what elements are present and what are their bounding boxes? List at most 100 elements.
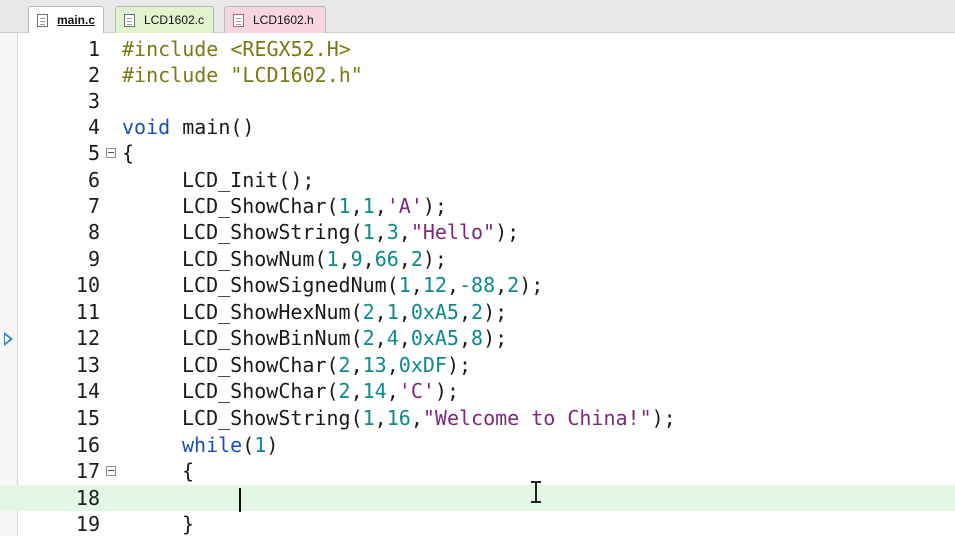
code-token: LCD_ShowChar( [182,194,339,218]
number-token: 4 [386,326,399,350]
code-token: ); [483,326,508,350]
code-token: LCD_ShowChar( [182,379,339,403]
code-line[interactable]: 8 LCD_ShowString(1,3,"Hello"); [0,219,955,245]
number-token: 2 [362,300,375,324]
code-text: LCD_ShowChar(1,1,'A'); [182,194,447,218]
number-token: 9 [350,247,363,271]
code-line[interactable]: 15 LCD_ShowString(1,16,"Welcome to China… [0,405,955,431]
number-token: 2 [338,353,351,377]
line-number: 7 [87,194,100,218]
number-token: 1 [254,433,267,457]
code-text: } [182,512,195,536]
code-text: LCD_Init(); [182,168,315,192]
code-text: LCD_ShowChar(2,13,0xDF); [182,353,472,377]
file-icon [37,13,48,27]
number-token: 1 [362,406,375,430]
line-number: 15 [75,406,100,430]
tab-main-c[interactable]: main.c [28,6,104,33]
keyword-token: while [182,433,243,457]
code-text: #include <REGX52.H> [122,37,351,61]
number-token: 3 [386,220,399,244]
line-number: 3 [87,89,100,113]
number-token: 1 [398,273,411,297]
code-text: while(1) [182,432,278,458]
execution-arrow-icon [4,332,13,346]
string-token: "Welcome to China!" [422,406,652,430]
number-token: 8 [471,326,484,350]
code-editor[interactable]: 1 #include <REGX52.H> 2 #include "LCD160… [0,33,955,536]
number-token: 2 [338,379,351,403]
current-code-line[interactable]: 18 [0,485,955,511]
code-text: LCD_ShowString(1,3,"Hello"); [182,220,520,244]
number-token: 0xA5 [410,326,459,350]
number-token: 13 [362,353,387,377]
code-text: LCD_ShowHexNum(2,1,0xA5,2); [182,300,508,324]
code-line[interactable]: 14 LCD_ShowChar(2,14,'C'); [0,378,955,404]
line-number: 12 [75,326,100,350]
code-token: ( [242,433,255,457]
keyword-token: void [122,115,171,139]
number-token: 16 [386,406,411,430]
line-number: 2 [87,63,100,87]
number-token: 0xDF [398,353,447,377]
code-line[interactable]: 6 LCD_Init(); [0,167,955,193]
number-token: 2 [471,300,484,324]
code-line[interactable]: 19 } [0,511,955,537]
code-token: ); [483,300,508,324]
code-token: ) [266,433,279,457]
tab-bar: main.c LCD1602.c LCD1602.h [0,0,955,33]
tab-label: main.c [57,13,96,27]
number-token: 1 [326,247,339,271]
line-number: 19 [75,512,100,536]
number-token: 1 [362,220,375,244]
code-line[interactable]: 17 { [0,458,955,484]
ibeam-cursor-icon [530,481,542,503]
number-token: 2 [410,247,423,271]
number-token: 14 [362,379,387,403]
code-token: main() [170,115,255,139]
code-text: LCD_ShowNum(1,9,66,2); [182,247,447,271]
line-number: 1 [87,37,100,61]
text-caret [239,488,241,512]
code-text: { [122,141,135,165]
number-token: 66 [374,247,399,271]
number-token: 2 [362,326,375,350]
code-token: LCD_ShowBinNum( [182,326,363,350]
line-number: 4 [87,115,100,139]
string-token: 'A' [386,194,423,218]
string-token: 'C' [398,379,435,403]
code-line[interactable]: 4 void main() [0,114,955,140]
fold-minus-icon[interactable] [106,148,116,158]
code-token: LCD_ShowChar( [182,353,339,377]
file-icon [124,13,135,27]
code-line[interactable]: 9 LCD_ShowNum(1,9,66,2); [0,246,955,272]
number-token: 12 [422,273,447,297]
line-number: 10 [75,273,100,297]
tab-label: LCD1602.h [253,13,314,27]
code-text: #include "LCD1602.h" [122,63,363,87]
code-line[interactable]: 3 [0,88,955,114]
line-number: 11 [75,300,100,324]
fold-minus-icon[interactable] [106,466,116,476]
code-line[interactable]: 13 LCD_ShowChar(2,13,0xDF); [0,352,955,378]
line-number: 17 [75,459,100,483]
code-token: ); [434,379,459,403]
line-number: 13 [75,353,100,377]
code-token: ); [446,353,472,377]
code-line[interactable]: 16 while(1) [0,432,955,458]
code-line[interactable]: 12 LCD_ShowBinNum(2,4,0xA5,8); [0,325,955,351]
code-text: LCD_ShowString(1,16,"Welcome to China!")… [182,406,676,430]
code-line[interactable]: 10 LCD_ShowSignedNum(1,12,-88,2); [0,272,955,298]
code-text: void main() [122,114,254,140]
tab-lcd1602-h[interactable]: LCD1602.h [224,6,326,33]
line-number: 18 [75,486,100,510]
code-line[interactable]: 11 LCD_ShowHexNum(2,1,0xA5,2); [0,299,955,325]
code-line[interactable]: 2 #include "LCD1602.h" [0,62,955,88]
code-line[interactable]: 5 { [0,140,955,166]
tab-label: LCD1602.c [144,13,205,27]
tab-lcd1602-c[interactable]: LCD1602.c [115,6,214,33]
number-token: 2 [507,273,520,297]
code-line[interactable]: 1 #include <REGX52.H> [0,36,955,62]
code-line[interactable]: 7 LCD_ShowChar(1,1,'A'); [0,193,955,219]
code-token: ); [651,406,676,430]
